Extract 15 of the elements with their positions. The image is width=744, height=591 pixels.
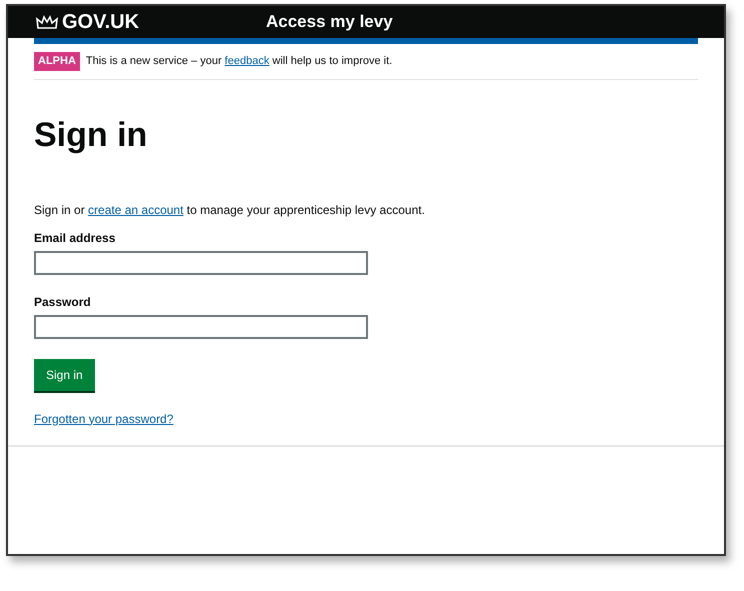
field-label: Password	[34, 294, 92, 310]
service-name[interactable]: Access my levy	[266, 9, 393, 35]
phase-message: This is a new service – your feedback will help us to improve it.	[86, 54, 392, 69]
text-field[interactable]	[34, 314, 368, 338]
logo-link[interactable]: GOV.UK	[62, 7, 140, 37]
page-title: Sign in	[34, 114, 148, 156]
sign-in-button[interactable]: Sign in	[34, 358, 95, 390]
forgot-password-link[interactable]: Forgotten your password?	[34, 412, 174, 426]
crown-icon	[36, 14, 58, 30]
text-field[interactable]	[34, 250, 368, 274]
phase-tag: ALPHA	[34, 52, 80, 70]
intro-text: Sign in or create an account to manage your apprenticeship levy account.	[34, 202, 426, 218]
field-label: Email address	[34, 230, 116, 246]
create-account-link[interactable]: create an account	[88, 202, 184, 216]
feedback-link[interactable]: feedback	[224, 55, 270, 67]
